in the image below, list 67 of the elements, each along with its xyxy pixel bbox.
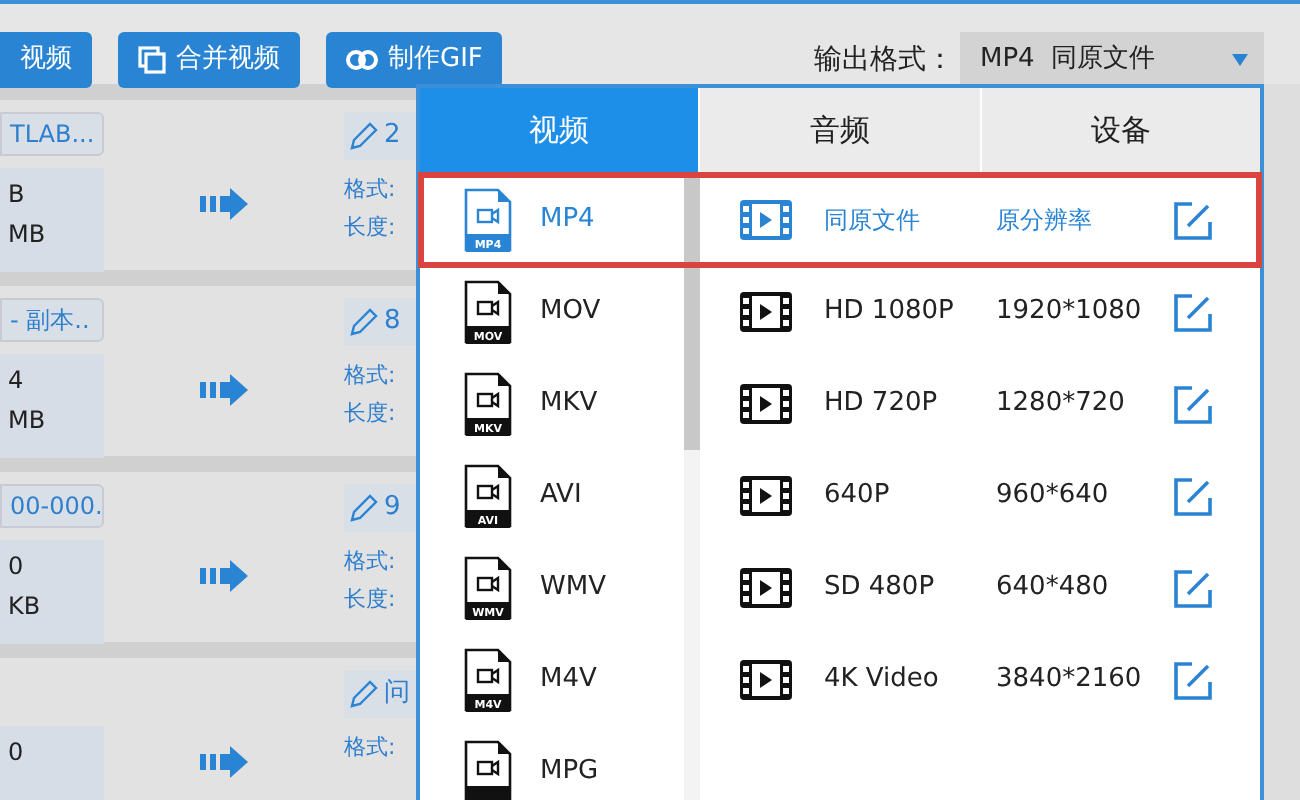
preset-name[interactable]: 同原文件 xyxy=(824,202,996,238)
arrow-icon xyxy=(200,745,248,777)
toolbar-button[interactable]: 视频 xyxy=(0,32,92,88)
preset-resolution: 960*640 xyxy=(996,478,1111,515)
output-name-text: 8 xyxy=(384,304,401,341)
format-item[interactable]: MOV xyxy=(540,292,601,332)
edit-icon xyxy=(1172,659,1214,701)
preset-resolution: 原分辨率 xyxy=(996,204,1094,238)
film-icon xyxy=(740,384,792,424)
output-name-text: 9 xyxy=(384,490,401,527)
field-label: 格式: xyxy=(344,174,398,206)
arrow-icon xyxy=(200,187,248,219)
info-text: KB xyxy=(8,590,43,624)
edit-icon xyxy=(1172,383,1214,425)
format-tab[interactable]: 设备 xyxy=(979,88,1260,174)
preset-resolution: 1280*720 xyxy=(996,386,1127,423)
format-item[interactable]: WMV xyxy=(540,568,606,608)
info-text: 0 xyxy=(8,550,26,584)
arrow-icon xyxy=(200,559,248,591)
info-text: 0 xyxy=(8,736,26,770)
format-tab[interactable]: 音频 xyxy=(698,88,980,174)
edit-icon xyxy=(1172,567,1214,609)
preset-name[interactable]: HD 1080P xyxy=(824,292,996,332)
field-label: 长度: xyxy=(344,212,398,244)
preset-resolution: 3840*2160 xyxy=(996,662,1144,699)
format-item[interactable]: MPG xyxy=(540,752,599,792)
film-icon xyxy=(740,476,792,516)
preset-resolution: 640*480 xyxy=(996,570,1111,607)
preset-name[interactable]: HD 720P xyxy=(824,384,996,424)
squares-icon xyxy=(138,46,166,74)
preset-name[interactable]: SD 480P xyxy=(824,568,996,608)
arrow-icon xyxy=(200,373,248,405)
field-label: 格式: xyxy=(344,360,398,392)
pencil-icon xyxy=(348,120,380,152)
pencil-icon xyxy=(348,492,380,524)
film-icon xyxy=(740,200,792,240)
field-label: 格式: xyxy=(344,732,398,764)
field-label: 长度: xyxy=(344,398,398,430)
output-format-label: 输出格式： xyxy=(813,41,954,79)
pencil-icon xyxy=(348,306,380,338)
format-item[interactable]: MKV xyxy=(540,384,598,424)
format-item[interactable]: MP4 xyxy=(540,200,595,240)
info-text: MB xyxy=(8,218,48,252)
info-text: 4 xyxy=(8,364,26,398)
rings-icon xyxy=(346,46,378,74)
preset-resolution: 1920*1080 xyxy=(996,294,1144,331)
caret-icon xyxy=(1232,54,1248,66)
edit-icon xyxy=(1172,291,1214,333)
field-label: 长度: xyxy=(344,584,398,616)
pencil-icon xyxy=(348,678,380,710)
output-name-text: 问 xyxy=(384,676,410,713)
preset-name[interactable]: 640P xyxy=(824,476,996,516)
info-text: MB xyxy=(8,404,48,438)
toolbar-button[interactable]: 制作GIF xyxy=(326,32,503,88)
format-item[interactable]: AVI xyxy=(540,476,582,516)
edit-icon xyxy=(1172,475,1214,517)
film-icon xyxy=(740,660,792,700)
field-label: 格式: xyxy=(344,546,398,578)
preset-name[interactable]: 4K Video xyxy=(824,660,996,700)
format-item[interactable]: M4V xyxy=(540,660,597,700)
output-format-dropdown[interactable]: MP4 同原文件 xyxy=(960,32,1264,88)
edit-icon xyxy=(1172,199,1214,241)
film-icon xyxy=(740,568,792,608)
output-name-text: 2 xyxy=(384,118,401,155)
toolbar-button[interactable]: 合并视频 xyxy=(118,32,300,88)
film-icon xyxy=(740,292,792,332)
info-text: B xyxy=(8,178,27,212)
